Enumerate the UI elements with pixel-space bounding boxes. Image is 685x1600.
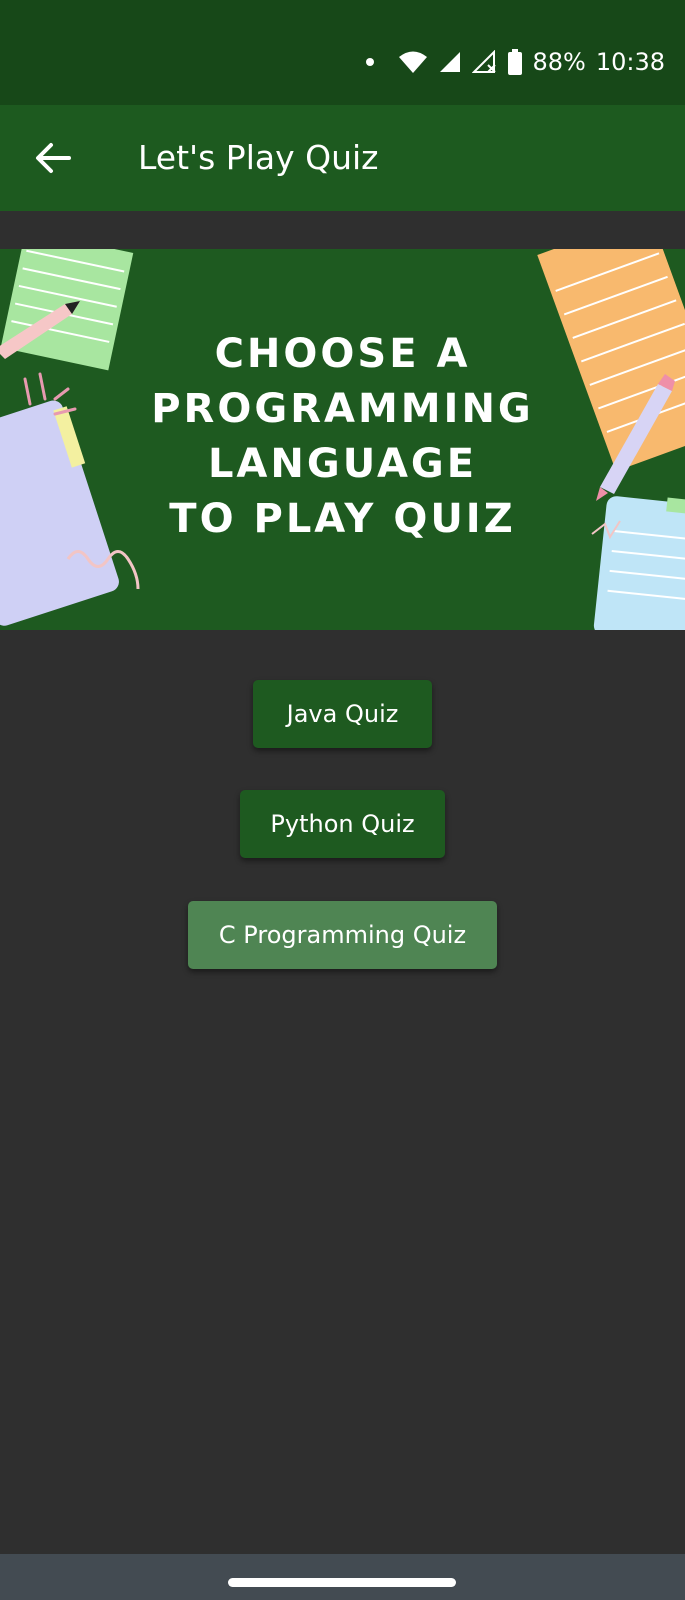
home-gesture-handle[interactable] [228,1578,456,1587]
banner-line: Choose a [214,331,471,377]
banner-line: Language [207,441,478,487]
navigation-bar [0,1554,685,1600]
back-button[interactable] [30,135,76,181]
python-quiz-button[interactable]: Python Quiz [240,790,445,858]
java-quiz-button[interactable]: Java Quiz [253,680,432,748]
banner-line: to play quiz [169,496,516,542]
signal-no-data-icon [472,50,497,73]
battery-percent: 88% [532,48,586,76]
c-programming-quiz-button[interactable]: C Programming Quiz [188,901,497,969]
app-bar: Let's Play Quiz [0,105,685,211]
arrow-left-icon [36,143,71,173]
signal-icon [440,52,461,72]
status-bar: 88% 10:38 [0,0,685,105]
banner-heading: Choose a Programming Language to play qu… [150,327,535,547]
banner-image: Choose a Programming Language to play qu… [0,249,685,630]
status-icons: 88% 10:38 [366,44,665,80]
banner-line: Programming [151,386,534,432]
battery-icon [508,49,523,75]
clock: 10:38 [595,48,665,76]
notification-dot-icon [366,58,375,66]
wifi-icon [399,51,428,73]
page-title: Let's Play Quiz [138,138,379,177]
